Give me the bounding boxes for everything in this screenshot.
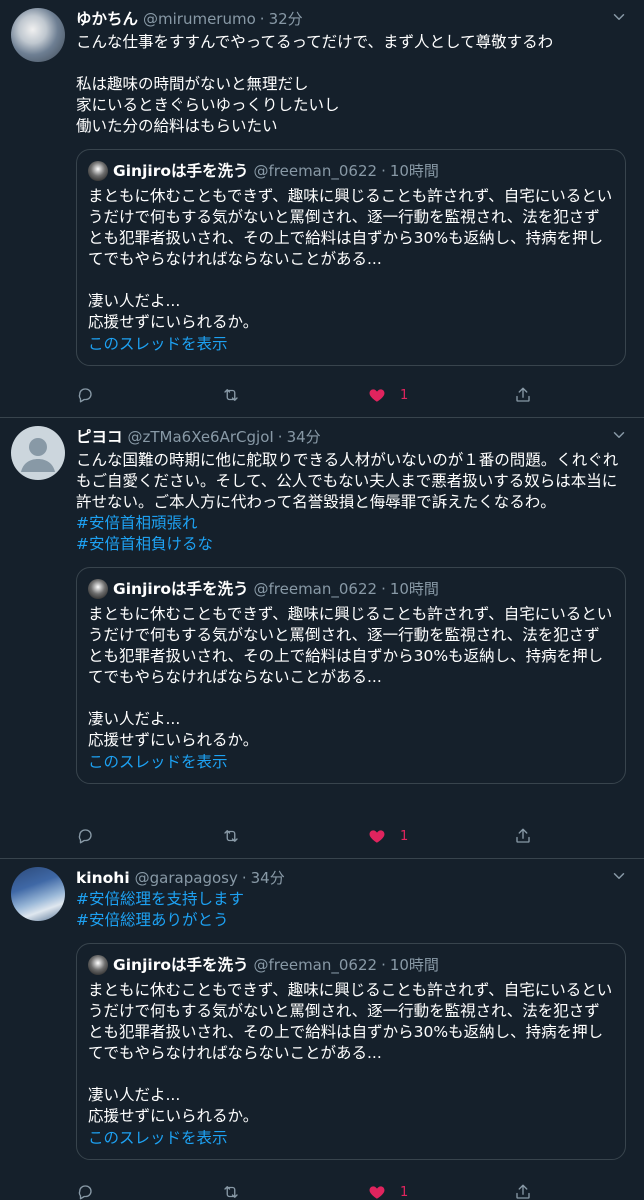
quoted-tweet-text: まともに休むこともできず、趣味に興じることも許されず、自宅にいるというだけで何も… — [88, 981, 613, 1125]
user-handle[interactable]: @mirumerumo — [143, 9, 256, 30]
hashtag-link[interactable]: #安倍総理を支持します — [76, 889, 628, 910]
chevron-down-icon[interactable] — [610, 426, 628, 444]
avatar[interactable] — [11, 8, 65, 62]
timestamp[interactable]: 34分 — [251, 868, 285, 889]
heart-icon — [369, 1186, 385, 1199]
share-button[interactable] — [514, 1183, 532, 1200]
retweet-button[interactable] — [222, 386, 368, 404]
default-avatar-icon — [21, 438, 55, 472]
share-button[interactable] — [514, 386, 532, 404]
quoted-display-name: Ginjiroは手を洗う — [113, 579, 249, 598]
tweet-text: こんな仕事をすすんでやってるってだけで、まず人として尊敬するわ 私は趣味の時間が… — [76, 33, 554, 135]
share-icon — [516, 1184, 530, 1199]
reply-button[interactable] — [76, 827, 222, 845]
separator-dot: · — [381, 579, 386, 598]
chevron-down-icon[interactable] — [610, 867, 628, 885]
tweet-actions: 1 — [76, 825, 546, 847]
quoted-tweet[interactable]: Ginjiroは手を洗う @freeman_0622 · 10時間 まともに休む… — [76, 567, 626, 784]
quoted-tweet-header: Ginjiroは手を洗う @freeman_0622 · 10時間 — [88, 160, 614, 182]
user-handle[interactable]: @garapagosy — [135, 868, 238, 889]
hashtag-link[interactable]: #安倍首相負けるな — [76, 534, 628, 555]
share-button[interactable] — [514, 827, 532, 845]
hashtag-link[interactable]: #安倍総理ありがとう — [76, 910, 628, 931]
like-count: 1 — [400, 828, 409, 844]
show-thread-link[interactable]: このスレッドを表示 — [88, 752, 614, 773]
retweet-icon — [224, 830, 238, 842]
separator-dot: · — [241, 868, 247, 887]
quoted-tweet[interactable]: Ginjiroは手を洗う @freeman_0622 · 10時間 まともに休む… — [76, 149, 626, 366]
tweet-header: ゆかちん @mirumerumo · 32分 — [76, 8, 628, 30]
retweet-icon — [224, 1186, 238, 1198]
timestamp[interactable]: 32分 — [269, 9, 303, 30]
share-icon — [516, 828, 530, 843]
quoted-display-name: Ginjiroは手を洗う — [113, 955, 249, 974]
avatar[interactable] — [11, 426, 65, 480]
show-thread-link[interactable]: このスレッドを表示 — [88, 334, 614, 355]
reply-icon — [78, 388, 92, 403]
tweet[interactable]: ゆかちん @mirumerumo · 32分 こんな仕事をすすんでやってるってだ… — [0, 0, 644, 418]
quoted-timestamp: 10時間 — [389, 161, 439, 180]
quoted-tweet-header: Ginjiroは手を洗う @freeman_0622 · 10時間 — [88, 954, 614, 976]
tweet-actions: 1 — [76, 384, 546, 406]
retweet-icon — [224, 389, 238, 401]
tweet[interactable]: ピヨコ @zTMa6Xe6ArCgjoI · 34分 こんな国難の時期に他に舵取… — [0, 418, 644, 859]
quoted-tweet[interactable]: Ginjiroは手を洗う @freeman_0622 · 10時間 まともに休む… — [76, 943, 626, 1160]
retweet-button[interactable] — [222, 1183, 368, 1200]
show-thread-link[interactable]: このスレッドを表示 — [88, 1128, 614, 1149]
display-name[interactable]: ピヨコ — [76, 427, 123, 448]
quoted-display-name: Ginjiroは手を洗う — [113, 161, 249, 180]
quoted-avatar — [88, 955, 108, 975]
share-icon — [516, 387, 530, 402]
like-count: 1 — [400, 387, 409, 403]
tweet-text: こんな国難の時期に他に舵取りできる人材がいないのが１番の問題。くれぐれもご自愛く… — [76, 451, 619, 511]
like-button[interactable]: 1 — [368, 1182, 514, 1200]
separator-dot: · — [259, 9, 265, 28]
reply-icon — [78, 1185, 92, 1200]
timeline: ゆかちん @mirumerumo · 32分 こんな仕事をすすんでやってるってだ… — [0, 0, 644, 1200]
separator-dot: · — [277, 427, 283, 446]
like-button[interactable]: 1 — [368, 826, 514, 847]
quoted-tweet-text: まともに休むこともできず、趣味に興じることも許されず、自宅にいるというだけで何も… — [88, 187, 613, 331]
quoted-timestamp: 10時間 — [389, 955, 439, 974]
quoted-avatar — [88, 161, 108, 181]
chevron-down-icon[interactable] — [610, 8, 628, 26]
reply-button[interactable] — [76, 386, 222, 404]
like-count: 1 — [400, 1184, 409, 1200]
heart-icon — [369, 389, 385, 402]
quoted-tweet-header: Ginjiroは手を洗う @freeman_0622 · 10時間 — [88, 578, 614, 600]
quoted-timestamp: 10時間 — [389, 579, 439, 598]
display-name[interactable]: kinohi — [76, 868, 130, 889]
separator-dot: · — [381, 955, 386, 974]
heart-icon — [369, 830, 385, 843]
tweet[interactable]: kinohi @garapagosy · 34分 #安倍総理を支持します #安倍… — [0, 859, 644, 1200]
quoted-user-handle: @freeman_0622 — [253, 579, 378, 598]
avatar[interactable] — [11, 867, 65, 921]
tweet-actions: 1 — [76, 1181, 546, 1200]
quoted-avatar — [88, 579, 108, 599]
like-button[interactable]: 1 — [368, 385, 514, 406]
quoted-user-handle: @freeman_0622 — [253, 955, 378, 974]
display-name[interactable]: ゆかちん — [76, 9, 138, 30]
quoted-tweet-text: まともに休むこともできず、趣味に興じることも許されず、自宅にいるというだけで何も… — [88, 605, 613, 749]
hashtag-link[interactable]: #安倍首相頑張れ — [76, 513, 628, 534]
tweet-header: ピヨコ @zTMa6Xe6ArCgjoI · 34分 — [76, 426, 628, 448]
timestamp[interactable]: 34分 — [287, 427, 321, 448]
quoted-user-handle: @freeman_0622 — [253, 161, 378, 180]
reply-icon — [78, 829, 92, 844]
user-handle[interactable]: @zTMa6Xe6ArCgjoI — [128, 427, 274, 448]
separator-dot: · — [381, 161, 386, 180]
reply-button[interactable] — [76, 1183, 222, 1200]
tweet-header: kinohi @garapagosy · 34分 — [76, 867, 628, 889]
retweet-button[interactable] — [222, 827, 368, 845]
